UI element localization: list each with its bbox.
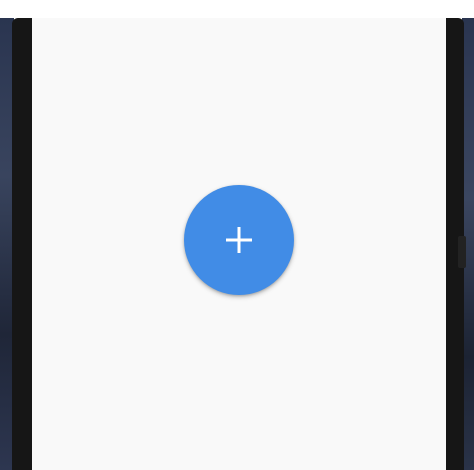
top-margin [0,0,474,18]
device-side-button [458,236,466,268]
add-button[interactable] [184,185,294,295]
plus-icon [226,227,252,253]
